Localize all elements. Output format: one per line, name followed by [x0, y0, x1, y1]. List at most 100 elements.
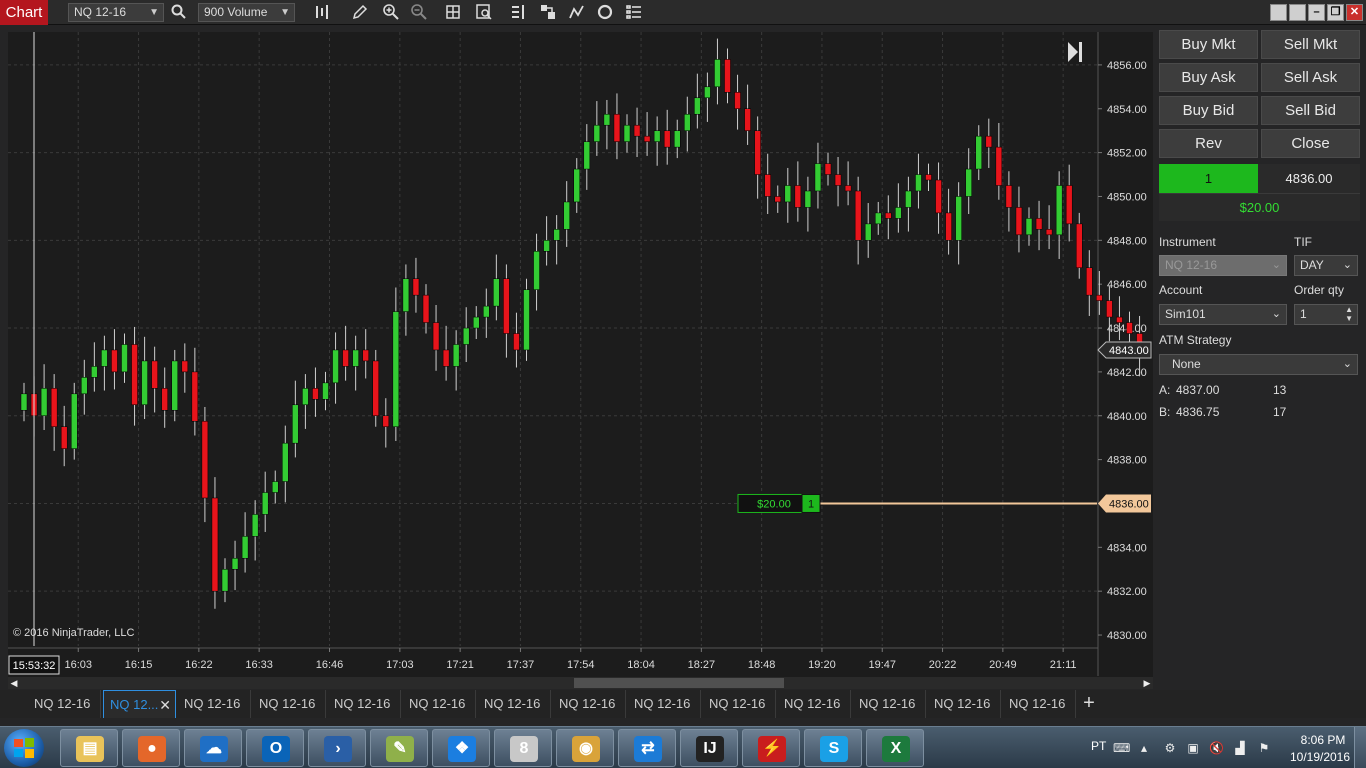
scroll-left-icon[interactable]: ◀ [9, 677, 19, 689]
price-chart[interactable]: 4856.00 4854.00 4852.00 4850.00 4848.00 4846.… [8, 32, 1153, 677]
taskbar-excel[interactable]: X [866, 729, 924, 767]
properties-icon[interactable] [624, 2, 644, 22]
candle-body [1116, 316, 1123, 323]
reload-icon[interactable] [595, 2, 615, 22]
taskbar-outlook[interactable]: O [246, 729, 304, 767]
scroll-right-icon[interactable]: ▶ [1142, 677, 1152, 689]
account-select-value: Sim101 [1165, 307, 1206, 321]
chart-window-tab[interactable]: Chart [0, 0, 48, 25]
chart-tab-7[interactable]: NQ 12-16 [478, 690, 551, 718]
taskbar-firefox[interactable]: ● [122, 729, 180, 767]
sell-market-button[interactable]: Sell Mkt [1261, 30, 1360, 59]
y-tick-label: 4842.00 [1107, 367, 1147, 379]
chart-tab-3[interactable]: NQ 12-16 [178, 690, 251, 718]
atm-strategy-select[interactable]: None ⌄ [1159, 354, 1358, 375]
sell-bid-button[interactable]: Sell Bid [1261, 96, 1360, 125]
chart-tab-5[interactable]: NQ 12-16 [328, 690, 401, 718]
strategies-icon[interactable] [538, 2, 558, 22]
chart-tab-8[interactable]: NQ 12-16 [553, 690, 626, 718]
instrument-selector[interactable]: NQ 12-16 ▼ [68, 3, 164, 22]
tab-label: NQ 12-16 [484, 696, 541, 711]
taskbar-dropbox[interactable]: ❖ [432, 729, 490, 767]
last-price-label: 4843.00 [1109, 345, 1149, 357]
taskbar-skype[interactable]: S [804, 729, 862, 767]
start-button[interactable] [4, 729, 44, 767]
taskbar-powershell[interactable]: › [308, 729, 366, 767]
candle-body [875, 212, 882, 225]
signal-icon[interactable]: ▟ [1233, 741, 1247, 755]
scroll-thumb[interactable] [574, 678, 784, 688]
zoom-out-icon[interactable] [409, 2, 429, 22]
chart-tab-11[interactable]: NQ 12-16 [778, 690, 851, 718]
device-icon[interactable]: ▣ [1186, 741, 1200, 755]
buy-market-button[interactable]: Buy Mkt [1159, 30, 1258, 59]
minimize-button[interactable]: – [1308, 4, 1325, 21]
buy-ask-button[interactable]: Buy Ask [1159, 63, 1258, 92]
sell-ask-button[interactable]: Sell Ask [1261, 63, 1360, 92]
buy-bid-button[interactable]: Buy Bid [1159, 96, 1258, 125]
drawing-tools-icon[interactable] [567, 2, 587, 22]
tray-overflow-icon[interactable]: ▴ [1137, 741, 1151, 755]
search-icon[interactable] [169, 2, 189, 22]
volume-muted-icon[interactable]: 🔇 [1209, 741, 1224, 755]
action-center-flag-icon[interactable]: ⚑ [1257, 741, 1271, 755]
chart-tab-14[interactable]: NQ 12-16 [1003, 690, 1076, 718]
taskbar-intellij[interactable]: IJ [680, 729, 738, 767]
chart-tab-13[interactable]: NQ 12-16 [928, 690, 1001, 718]
spin-arrows-icon[interactable]: ▲ ▼ [1345, 305, 1353, 323]
chart-tab-6[interactable]: NQ 12-16 [403, 690, 476, 718]
taskbar-onedrive[interactable]: ☁ [184, 729, 242, 767]
windows-logo-icon [14, 738, 34, 758]
window-tile-2-icon[interactable] [1289, 4, 1306, 21]
add-tab-button[interactable]: + [1078, 690, 1100, 718]
clock-date[interactable]: 10/19/2016 [1285, 750, 1355, 764]
close-tab-icon[interactable]: ✕ [159, 691, 171, 718]
y-tick-label: 4850.00 [1107, 191, 1147, 203]
tab-label: NQ 12... [110, 697, 159, 712]
reverse-button[interactable]: Rev [1159, 129, 1258, 158]
clock-time[interactable]: 8:06 PM [1295, 733, 1351, 747]
candle-body [764, 174, 771, 197]
candle-body [342, 349, 349, 367]
taskbar-ninjatrader[interactable]: 8 [494, 729, 552, 767]
taskbar-acrobat[interactable]: ⚡ [742, 729, 800, 767]
chart-tab-1[interactable]: NQ 12-16 [28, 690, 101, 718]
scroll-to-end-bar[interactable] [1079, 42, 1082, 62]
network-share-icon[interactable]: ⚙ [1163, 741, 1177, 755]
taskbar-file-explorer[interactable]: ▤ [60, 729, 118, 767]
chart-tab-9[interactable]: NQ 12-16 [628, 690, 701, 718]
bar-type-icon[interactable] [312, 2, 332, 22]
chart-scrollbar[interactable]: ◀ ▶ [8, 677, 1153, 689]
y-tick-label: 4856.00 [1107, 60, 1147, 72]
candle-body [131, 344, 138, 406]
candle-body [1045, 229, 1053, 236]
data-box-icon[interactable] [474, 2, 494, 22]
taskbar-chrome[interactable]: ◉ [556, 729, 614, 767]
system-tray: PT ⌨ ▴ ⚙ ▣ 🔇 ▟ ⚑ 8:06 PM 10/19/2016 [1085, 727, 1366, 768]
chart-tab-10[interactable]: NQ 12-16 [703, 690, 776, 718]
close-position-button[interactable]: Close [1261, 129, 1360, 158]
maximize-button[interactable]: ❐ [1327, 4, 1344, 21]
crosshair-icon[interactable] [443, 2, 463, 22]
tif-select[interactable]: DAY ⌄ [1294, 255, 1358, 276]
zoom-in-icon[interactable] [381, 2, 401, 22]
chart-tab-4[interactable]: NQ 12-16 [253, 690, 326, 718]
taskbar-notepad[interactable]: ✎ [370, 729, 428, 767]
chart-panel[interactable]: 4856.00 4854.00 4852.00 4850.00 4848.00 4846.… [8, 32, 1153, 677]
keyboard-icon[interactable]: ⌨ [1113, 741, 1130, 755]
chart-toolbar: Chart NQ 12-16 ▼ 900 Volume ▼ – ❐ ✕ [0, 0, 1366, 25]
language-indicator[interactable]: PT [1091, 739, 1106, 753]
tab-label: NQ 12-16 [1009, 696, 1066, 711]
period-selector[interactable]: 900 Volume ▼ [198, 3, 295, 22]
show-desktop-button[interactable] [1354, 727, 1366, 768]
order-qty-stepper[interactable]: 1 ▲ ▼ [1294, 304, 1358, 325]
window-tile-icon[interactable] [1270, 4, 1287, 21]
chevron-down-icon: ⌄ [1271, 308, 1281, 320]
draw-pencil-icon[interactable] [350, 2, 370, 22]
account-select[interactable]: Sim101 ⌄ [1159, 304, 1287, 325]
close-window-button[interactable]: ✕ [1346, 4, 1363, 21]
chart-tab-2[interactable]: NQ 12... ✕ [103, 690, 176, 718]
chart-tab-12[interactable]: NQ 12-16 [853, 690, 926, 718]
taskbar-teamviewer[interactable]: ⇄ [618, 729, 676, 767]
indicators-icon[interactable] [508, 2, 528, 22]
